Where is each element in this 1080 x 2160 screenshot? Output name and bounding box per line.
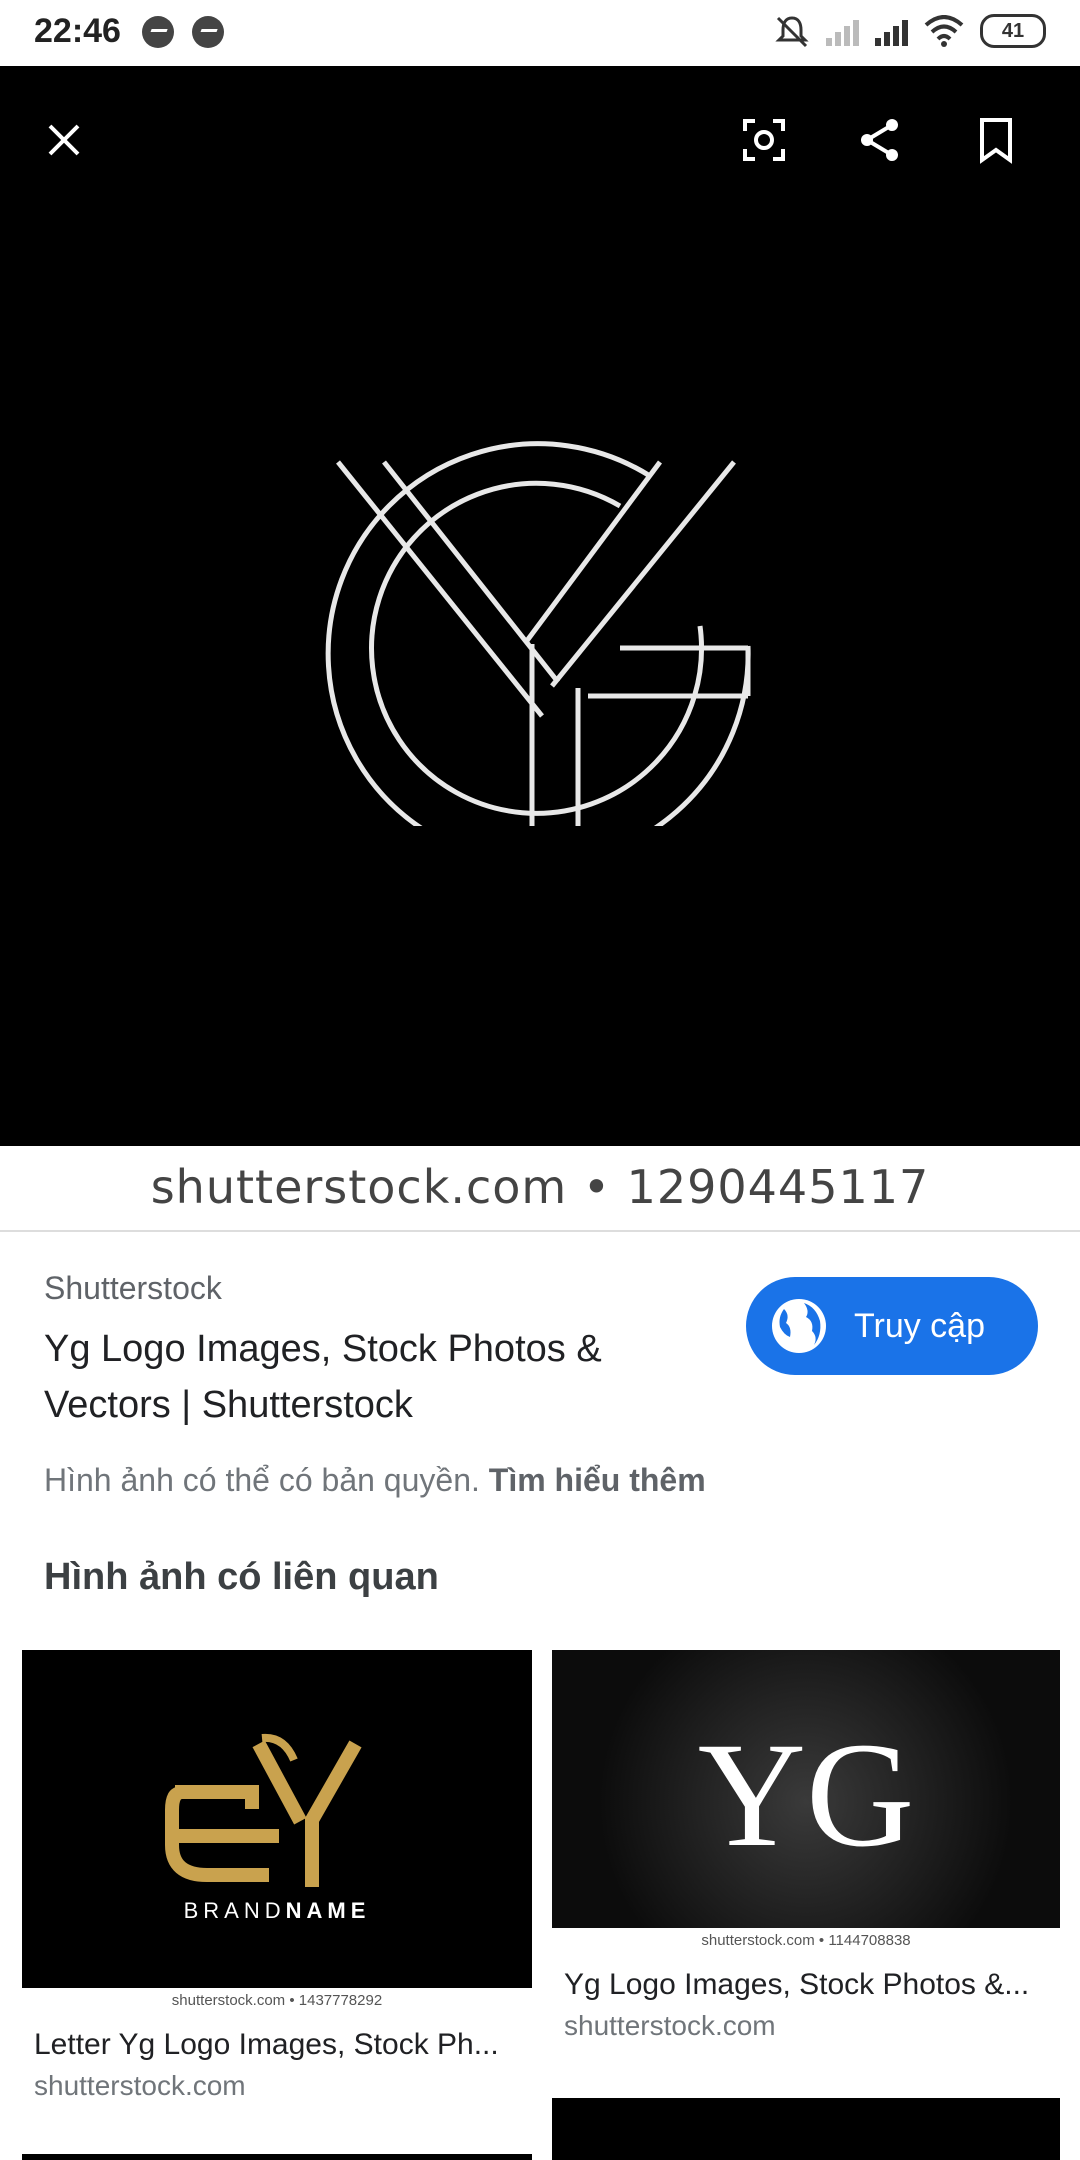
related-heading: Hình ảnh có liên quan: [44, 1556, 439, 1598]
bookmark-button[interactable]: [964, 108, 1028, 172]
brand-bold-text: NAME: [286, 1898, 371, 1923]
related-card[interactable]: BRANDNAME shutterstock.com • 1437778292 …: [22, 1650, 532, 2120]
result-title[interactable]: Yg Logo Images, Stock Photos & Vectors |…: [44, 1321, 724, 1433]
image-watermark: shutterstock.com • 1290445117: [0, 1146, 1080, 1232]
related-thumbnail[interactable]: YG shutterstock.com • 1144708838: [552, 1650, 1060, 1954]
lens-button[interactable]: [732, 108, 796, 172]
messenger-icon: [142, 16, 174, 48]
card-title[interactable]: Yg Logo Images, Stock Photos &...: [564, 1968, 1060, 2002]
visit-label: Truy cập: [854, 1306, 986, 1345]
share-button[interactable]: [848, 108, 912, 172]
thumbnail-watermark: shutterstock.com • 1437778292: [22, 1988, 532, 2014]
watermark-text: shutterstock.com • 1290445117: [150, 1160, 930, 1214]
related-card-partial[interactable]: [552, 2098, 1060, 2160]
logo-text: YG: [698, 1712, 915, 1878]
thumbnail-watermark: shutterstock.com • 1144708838: [552, 1928, 1060, 1954]
status-indicators: 41: [774, 14, 1046, 48]
learn-more-link[interactable]: Tìm hiểu thêm: [489, 1462, 706, 1498]
card-domain: shutterstock.com: [34, 2070, 246, 2101]
result-info: Shutterstock Yg Logo Images, Stock Photo…: [44, 1270, 724, 1433]
related-card[interactable]: YG shutterstock.com • 1144708838 Yg Logo…: [552, 1650, 1060, 2050]
mute-icon: [775, 16, 809, 48]
lens-icon: [743, 119, 785, 161]
bookmark-icon: [980, 118, 1012, 164]
copyright-notice: Hình ảnh có thể có bản quyền. Tìm hiểu t…: [44, 1462, 706, 1499]
signal-icon-sim2: [826, 16, 859, 46]
share-icon: [861, 119, 898, 161]
status-time: 22:46: [34, 12, 121, 50]
copyright-text: Hình ảnh có thể có bản quyền.: [44, 1462, 480, 1498]
wifi-icon: [924, 15, 964, 47]
messenger-icon: [192, 16, 224, 48]
image-viewer[interactable]: [0, 66, 1080, 1146]
yg-logo-image: [325, 441, 751, 826]
related-card-partial[interactable]: [22, 2154, 532, 2160]
card-title[interactable]: Letter Yg Logo Images, Stock Ph...: [34, 2028, 534, 2062]
yg-serif-logo: YG: [698, 1712, 915, 1878]
visit-button[interactable]: Truy cập: [746, 1277, 1038, 1375]
status-bar: 22:46 41: [0, 0, 1080, 66]
related-thumbnail[interactable]: BRANDNAME shutterstock.com • 1437778292: [22, 1650, 532, 2014]
globe-icon: [772, 1299, 826, 1353]
brand-light-text: BRAND: [184, 1898, 286, 1923]
close-icon: [48, 124, 80, 156]
source-name: Shutterstock: [44, 1270, 222, 1306]
card-domain: shutterstock.com: [564, 2010, 776, 2041]
battery-indicator: 41: [980, 14, 1046, 48]
gold-yg-logo: BRANDNAME: [165, 1733, 371, 1923]
svg-text:BRANDNAME: BRANDNAME: [184, 1898, 371, 1923]
close-button[interactable]: [32, 108, 96, 172]
signal-icon-sim1: [875, 16, 908, 46]
